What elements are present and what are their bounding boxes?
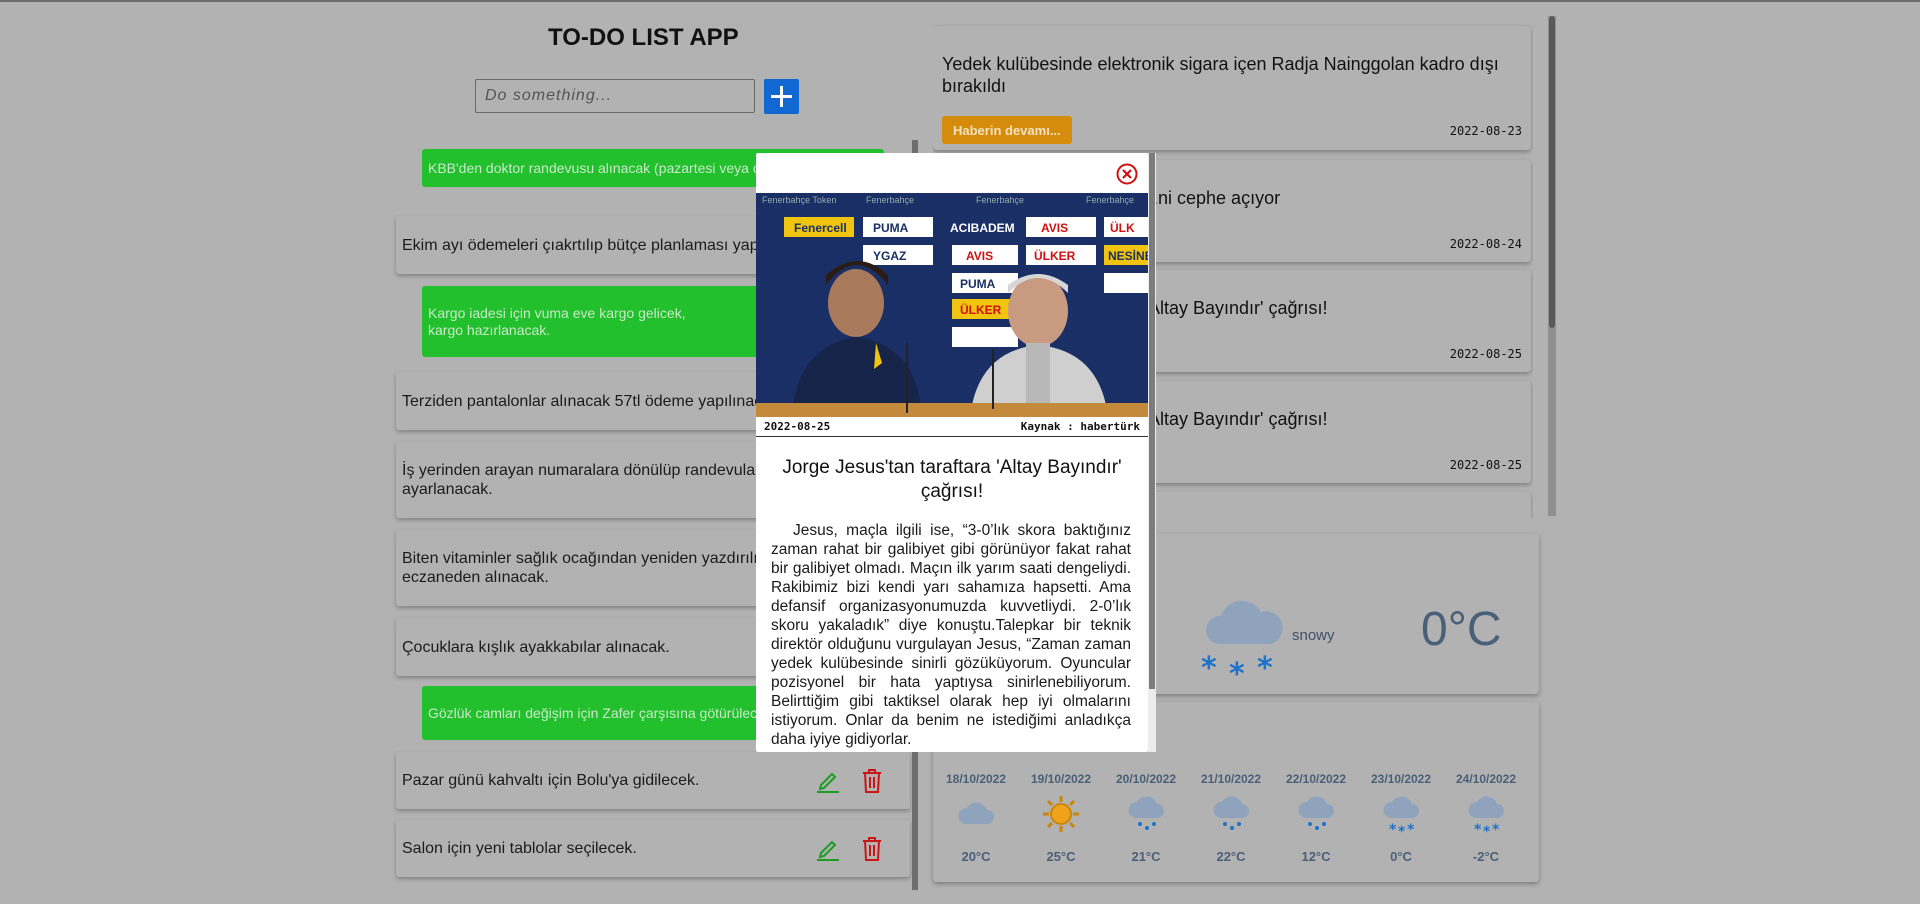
forecast-date: 23/10/2022 [1370,772,1432,786]
forecast-day: 20/10/2022 21°C [1103,772,1189,864]
current-temperature: 0°C [1421,603,1502,656]
pencil-icon[interactable] [816,836,840,862]
rain-cloud-icon [1298,796,1334,830]
svg-text:Fenerbahçe: Fenerbahçe [976,195,1024,205]
svg-text:*: * [1483,824,1491,834]
trash-icon[interactable] [860,836,884,862]
close-circle-icon[interactable] [1115,162,1139,186]
news-date: 2022-08-24 [1449,237,1522,251]
svg-text:*: * [1257,651,1273,678]
plus-icon [771,86,792,107]
page-title: TO-DO LIST APP [548,24,739,51]
svg-text:*: * [1398,824,1406,834]
forecast-temp: 22°C [1216,849,1246,864]
svg-text:*: * [1389,822,1397,834]
top-border [0,0,1920,2]
svg-text:AVIS: AVIS [966,249,993,263]
trash-icon[interactable] [860,768,884,794]
svg-text:*: * [1201,651,1217,678]
news-title: ...ni cephe açıyor [1143,188,1281,208]
forecast-temp: 21°C [1131,849,1161,864]
news-date: 2022-08-25 [1449,347,1522,361]
news-detail-modal: Fenerbahçe Token Fenerbahçe Fenerbahçe Fene… [756,153,1148,752]
svg-text:Fenerbahçe: Fenerbahçe [1086,195,1134,205]
news-detail-title: Jorge Jesus'tan taraftara 'Altay Bayındı… [782,457,1122,502]
svg-text:*: * [1492,822,1500,834]
svg-text:*: * [1229,657,1245,678]
svg-text:PUMA: PUMA [873,221,909,235]
forecast-day: 22/10/2022 12°C [1273,772,1359,864]
news-detail-body: Jesus, maçla ilgili ise, “3-0’lık skora … [771,522,1131,748]
forecast-temp: 25°C [1046,849,1076,864]
todo-item-text: Salon için yeni tablolar seçilecek. [402,840,637,857]
svg-text:Fenerbahçe Token: Fenerbahçe Token [762,195,836,205]
sun-icon [1043,796,1079,832]
svg-text:*: * [1407,822,1415,834]
forecast-temp: 0°C [1390,849,1412,864]
news-card[interactable]: Yedek kulübesinde elektronik sigara içen… [933,26,1531,150]
pencil-icon[interactable] [816,768,840,794]
forecast-day: 24/10/2022 * * * -2°C [1443,772,1529,864]
forecast-day: 19/10/2022 25°C [1018,772,1104,864]
svg-text:*: * [1474,822,1482,834]
news-scrollbar-thumb[interactable] [1549,16,1555,328]
svg-text:ÜLKER: ÜLKER [1034,248,1076,263]
svg-text:YGAZ: YGAZ [873,249,906,263]
svg-text:NESİNE: NESİNE [1108,248,1148,263]
forecast-date: 24/10/2022 [1455,772,1517,786]
news-source: Kaynak : habertürk [1020,420,1140,433]
snow-cloud-icon: * * * [1383,796,1419,840]
todo-item[interactable]: Salon için yeni tablolar seçilecek. [396,820,910,877]
read-more-button[interactable]: Haberin devamı... [942,116,1072,144]
svg-text:ÜLK: ÜLK [1110,220,1135,235]
forecast-day: 23/10/2022 * * * 0°C [1358,772,1444,864]
svg-text:Fenerbahçe: Fenerbahçe [866,195,914,205]
rain-cloud-icon [1213,796,1249,830]
weather-condition: snowy [1292,627,1335,644]
modal-scrollbar-thumb[interactable] [1149,153,1155,689]
news-title: ...Altay Bayındır' çağrısı! [1133,298,1328,318]
todo-input[interactable] [475,79,755,113]
forecast-date: 22/10/2022 [1285,772,1347,786]
svg-text:PUMA: PUMA [960,277,996,291]
svg-text:ACIBADEM: ACIBADEM [950,221,1015,235]
forecast-date: 19/10/2022 [1030,772,1092,786]
news-photo: Fenerbahçe Token Fenerbahçe Fenerbahçe Fene… [756,193,1148,417]
forecast-day: 18/10/2022 20°C [933,772,1019,864]
snow-cloud-icon: * * * [1468,796,1504,840]
cloud-icon [958,802,994,824]
forecast-temp: 12°C [1301,849,1331,864]
forecast-date: 20/10/2022 [1115,772,1177,786]
todo-item[interactable]: Pazar günü kahvaltı için Bolu'ya gidilec… [396,752,910,809]
snow-cloud-icon: * * * [1201,600,1283,678]
forecast-date: 21/10/2022 [1200,772,1262,786]
forecast-day: 21/10/2022 22°C [1188,772,1274,864]
news-date: 2022-08-25 [1449,458,1522,472]
svg-text:Fenercell: Fenercell [794,221,847,235]
forecast-temp: -2°C [1472,849,1500,864]
svg-text:AVIS: AVIS [1041,221,1068,235]
forecast-temp: 20°C [961,849,991,864]
news-date: 2022-08-23 [1449,124,1522,138]
svg-text:ÜLKER: ÜLKER [960,302,1002,317]
add-todo-button[interactable] [764,79,799,114]
news-title: ...Altay Bayındır' çağrısı! [1133,409,1328,429]
rain-cloud-icon [1128,796,1164,830]
forecast-date: 18/10/2022 [945,772,1007,786]
todo-item-text: Pazar günü kahvaltı için Bolu'ya gidilec… [402,772,700,789]
news-meta: 2022-08-25 Kaynak : habertürk [756,417,1148,437]
news-title: Yedek kulübesinde elektronik sigara içen… [942,54,1499,96]
news-date: 2022-08-25 [764,420,831,433]
